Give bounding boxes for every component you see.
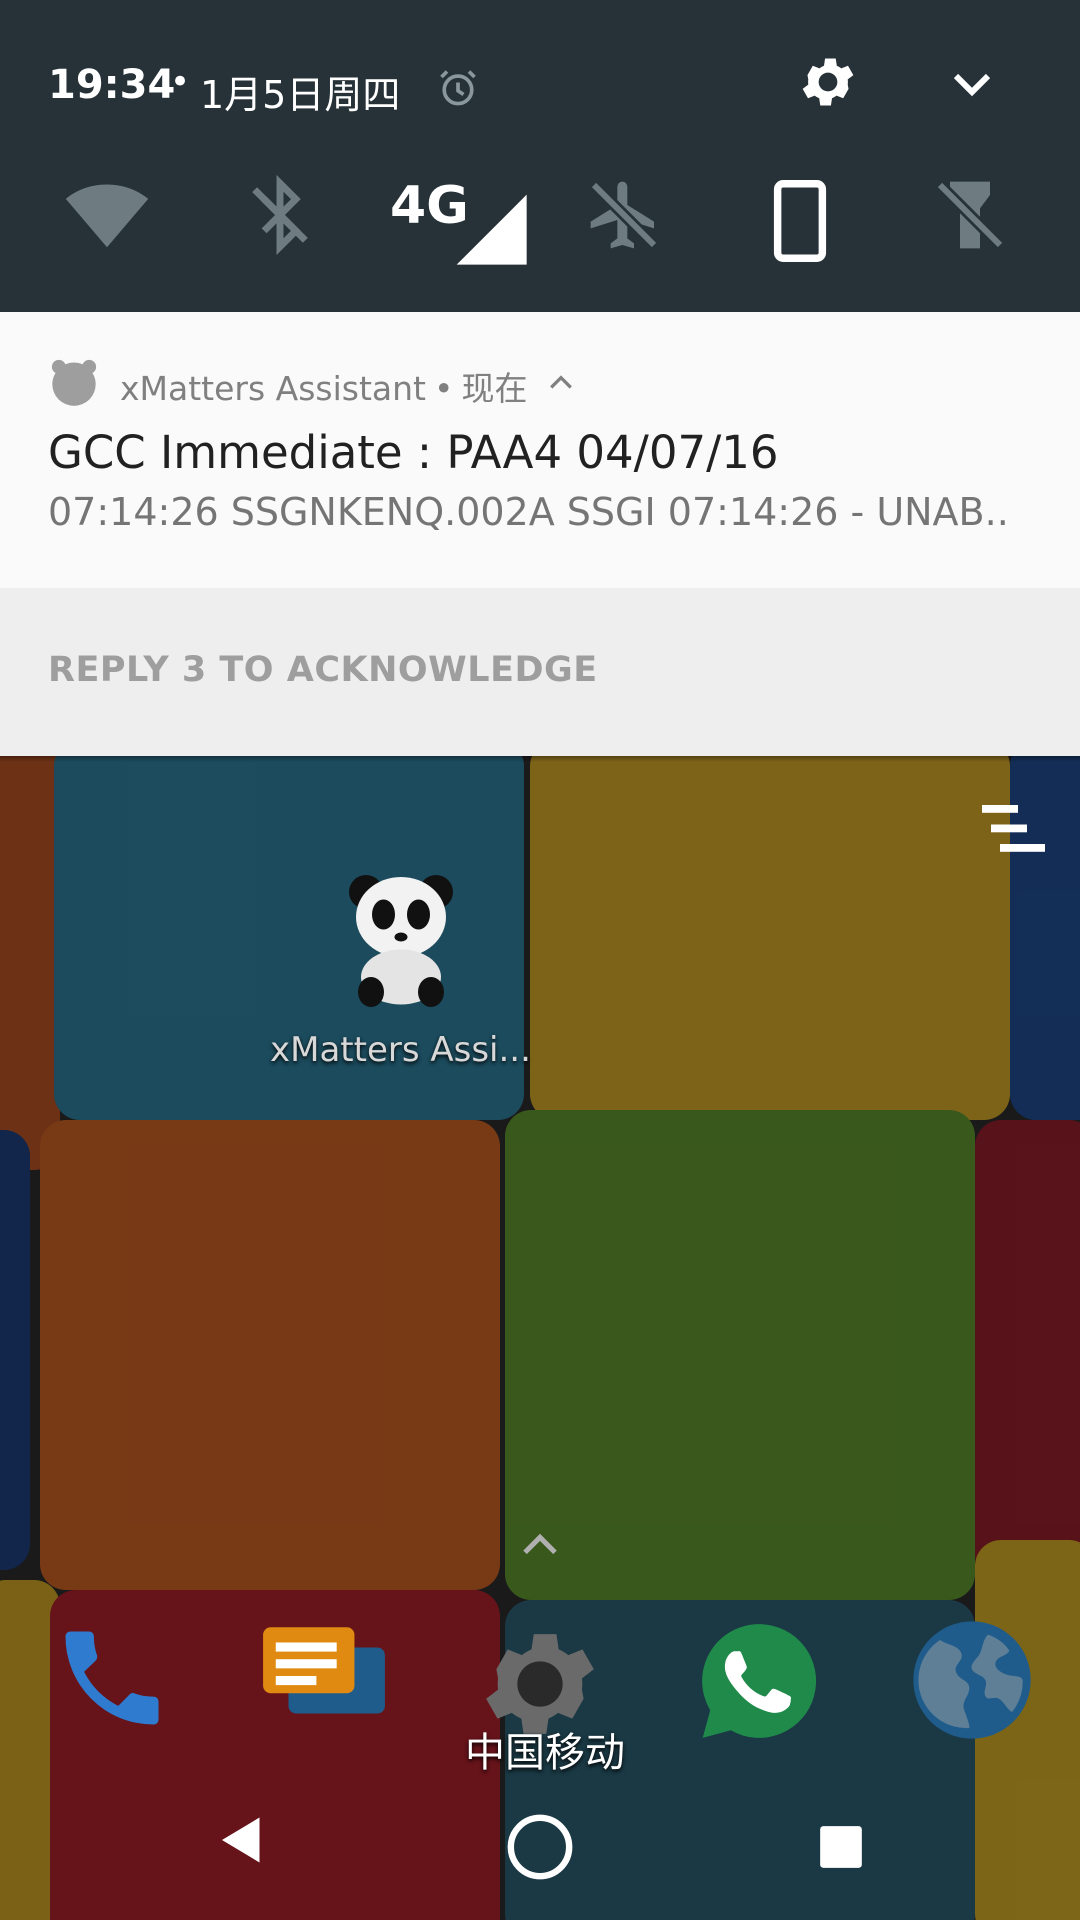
clear-all-icon[interactable]	[982, 802, 1054, 856]
notification-header: xMatters Assistant • 现在	[120, 362, 527, 410]
carrier-label: 中国移动	[465, 1730, 625, 1776]
reply-acknowledge-button[interactable]: REPLY 3 TO ACKNOWLEDGE	[48, 650, 598, 690]
bluetooth-off-icon	[252, 174, 308, 256]
phone-icon	[65, 1631, 159, 1725]
recents-icon[interactable]	[816, 1822, 866, 1872]
panda-icon	[349, 875, 453, 1007]
browser-globe-icon	[913, 1621, 1031, 1739]
airplane-off-icon	[589, 180, 659, 250]
chevron-down-icon[interactable]	[948, 64, 996, 104]
status-date[interactable]: 1月5日周四	[200, 64, 400, 119]
dock-phone[interactable]	[50, 1616, 174, 1744]
panda-app-icon	[51, 359, 97, 406]
app-label: xMatters Assi...	[270, 1030, 531, 1070]
back-icon[interactable]	[212, 1810, 272, 1870]
home-icon[interactable]	[505, 1812, 575, 1882]
tile-airplane[interactable]	[584, 172, 664, 262]
tile-flashlight[interactable]	[930, 172, 1010, 262]
notification-app-name: xMatters Assistant	[120, 369, 426, 408]
notification-card[interactable]: xMatters Assistant • 现在 GCC Immediate : PA…	[0, 312, 1080, 588]
tile-rotation[interactable]	[772, 180, 828, 266]
expand-collapse-icon[interactable]	[548, 372, 574, 392]
phone-portrait-icon	[773, 180, 827, 262]
dock-messages[interactable]	[258, 1616, 390, 1744]
wifi-icon	[65, 184, 149, 248]
quick-settings-panel: 19:34 • 1月5日周四 4G	[0, 0, 1080, 312]
status-separator: •	[170, 62, 191, 102]
xmatters-app-shortcut[interactable]	[336, 862, 466, 1016]
tile-bluetooth[interactable]	[242, 172, 318, 262]
dock-browser[interactable]	[908, 1616, 1036, 1748]
alarm-icon	[440, 70, 476, 106]
status-time: 19:34	[48, 62, 176, 108]
notification-action-bar: REPLY 3 TO ACKNOWLEDGE	[0, 588, 1080, 756]
notification-title: GCC Immediate : PAA4 04/07/16	[48, 426, 779, 479]
notification-separator: •	[434, 369, 454, 408]
notification-shadow	[0, 756, 1080, 762]
signal-4g-icon	[456, 194, 527, 265]
notification-time: 现在	[461, 369, 528, 408]
dock-whatsapp[interactable]	[694, 1616, 824, 1750]
notification-body: 07:14:26 SSGNKENQ.002A SSGI 07:14:26 - U…	[48, 490, 1009, 534]
messages-icon	[263, 1627, 385, 1714]
app-drawer-caret-icon[interactable]	[520, 1530, 560, 1558]
tile-wifi[interactable]	[64, 172, 150, 262]
whatsapp-icon	[702, 1624, 817, 1738]
settings-gear-icon[interactable]	[796, 50, 860, 114]
flashlight-off-icon	[935, 180, 1005, 250]
